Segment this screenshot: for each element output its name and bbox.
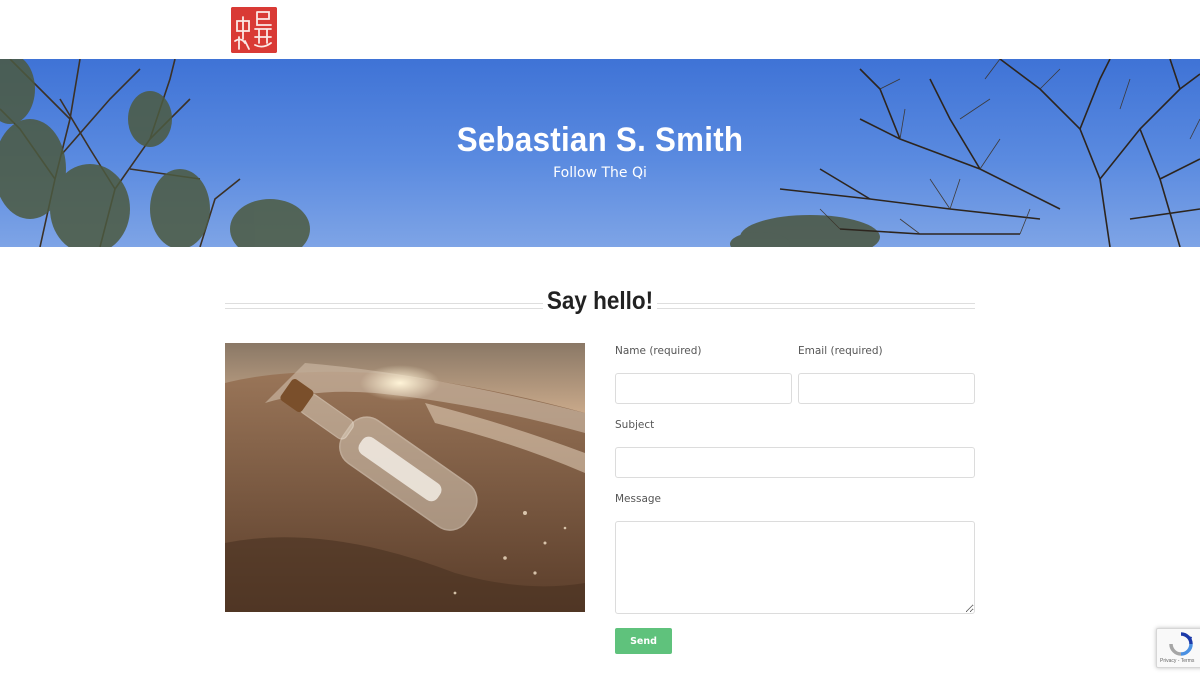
site-tagline: Follow The Qi <box>553 165 647 181</box>
red-seal-logo-icon <box>231 7 277 53</box>
email-label: Email (required) <box>798 345 883 357</box>
subject-input[interactable] <box>615 447 975 478</box>
recaptcha-badge[interactable]: Privacy - Terms <box>1156 628 1200 668</box>
message-textarea[interactable] <box>615 521 975 614</box>
message-in-a-bottle-photo <box>225 343 585 612</box>
email-input[interactable] <box>798 373 975 404</box>
contact-heading: Say hello! <box>546 287 654 315</box>
site-title: Sebastian S. Smith <box>456 121 744 159</box>
name-input[interactable] <box>615 373 792 404</box>
site-logo[interactable] <box>231 7 277 53</box>
section-heading: Say hello! <box>225 285 975 325</box>
send-button[interactable]: Send <box>615 628 672 654</box>
subject-label: Subject <box>615 419 655 431</box>
name-label: Name (required) <box>615 345 702 357</box>
recaptcha-icon <box>1169 632 1193 656</box>
top-bar <box>0 0 1200 59</box>
message-label: Message <box>615 493 662 505</box>
recaptcha-terms[interactable]: Privacy - Terms <box>1160 658 1194 664</box>
hero-banner: Sebastian S. Smith Follow The Qi <box>0 59 1200 247</box>
